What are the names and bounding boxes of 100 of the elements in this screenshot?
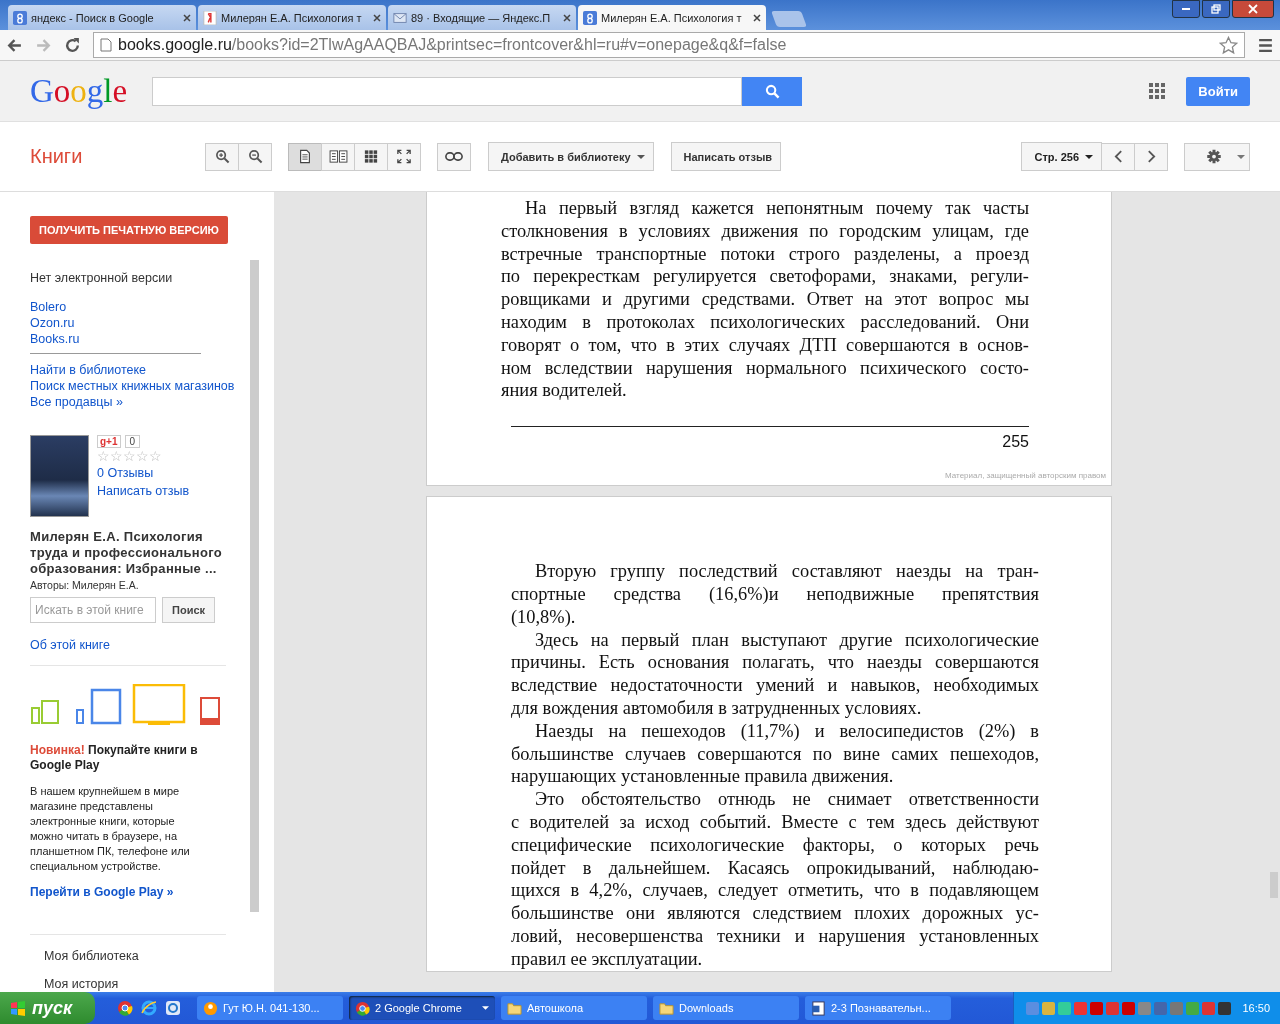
about-book-link[interactable]: Об этой книге: [30, 636, 111, 654]
store-link[interactable]: Найти в библиотеке: [30, 362, 147, 378]
page-selector[interactable]: Стр. 256: [1021, 142, 1102, 171]
reload-icon[interactable]: [64, 36, 81, 54]
add-to-library-button[interactable]: Добавить в библиотеку: [488, 142, 654, 171]
page-icon: [100, 38, 112, 52]
search-in-book-button[interactable]: Поиск: [162, 597, 215, 623]
paragraph: Это обстоятельство отнюдь не снимает ответственности с водителей за исход событий. Вместе с тем здесь действуют специфические психологические факторы, о которых речь пойдет в дальнейшем. Касаясь опрокидываний, наблюдаю- щихся в 4,2%, случаев, следует отметить, что в подавляющем большинстве они являются следствием плохих дорожных ус- ловий, несовершенства техники и нарушения установленных правил ее эксплуатации.: [511, 788, 1039, 971]
book-authors: Авторы: Милерян Е.А.: [30, 579, 140, 591]
taskbar-button[interactable]: Гут Ю.Н. 041-130...: [197, 996, 343, 1020]
settings-button[interactable]: [1184, 142, 1250, 171]
menu-item[interactable]: Моя история: [44, 977, 119, 991]
settings-icon: [1205, 149, 1223, 164]
envelope-icon: [393, 10, 407, 25]
minimize-button[interactable]: [1172, 0, 1200, 18]
copyright-notice: Материал, защищенный авторским правом: [945, 471, 1106, 481]
book-title: Милерян Е.А. Психология труда и профессионального образования: Избранные ...: [30, 529, 223, 577]
books-title[interactable]: Книги: [30, 145, 189, 168]
write-review-link[interactable]: Написать отзыв: [97, 482, 190, 500]
star-rating: ☆☆☆☆☆: [97, 448, 162, 464]
browser-tab[interactable]: Милерян Е.А. Психология т: [198, 5, 386, 30]
start-button[interactable]: пуск: [0, 992, 95, 1024]
close-icon[interactable]: [183, 13, 191, 22]
close-icon[interactable]: [753, 13, 761, 22]
link-icon: [445, 149, 463, 164]
link-button[interactable]: [437, 142, 471, 171]
google-play-link[interactable]: Перейти в Google Play »: [30, 885, 174, 899]
tray-icon[interactable]: [1218, 1001, 1232, 1015]
favicon-icon: [13, 10, 27, 25]
search-button[interactable]: [742, 76, 802, 106]
browser-tab[interactable]: 89 · Входящие — Яндекс.П: [388, 5, 576, 30]
zoom-in-icon: [214, 149, 230, 164]
folder-icon: [659, 1000, 674, 1016]
view-mode-button[interactable]: [321, 142, 355, 171]
folder-icon: [507, 1000, 522, 1016]
browser-tab[interactable]: Милерян Е.А. Психология т: [578, 5, 766, 30]
windows-flag-icon: [10, 1000, 26, 1016]
paragraph: На первый взгляд кажется непонятным почему так часты столкновения в условиях движения по городским улицам, где встречные транспортные потоки строго разделены, а проезд по перекресткам регулируется светофорами, знаками, регули- ровщиками и другими средствами. Ответ на этот вопрос мы находим в протоколах психологических расследований. Они говорят о том, что в этих случаях ДТП совершаются в основ- ном вследствии нарушения нормального психического состо- яния водителей.: [501, 197, 1029, 403]
write-review-button[interactable]: Написать отзыв: [670, 142, 782, 171]
search-in-book-field[interactable]: Искать в этой книге: [30, 597, 156, 623]
single-page-icon: [298, 149, 312, 164]
search-field[interactable]: [152, 76, 742, 106]
book-cover-image[interactable]: [30, 435, 89, 517]
get-print-version-button[interactable]: ПОЛУЧИТЬ ПЕЧАТНУЮ ВЕРСИЮ: [30, 216, 228, 244]
browser-icon[interactable]: [165, 1000, 181, 1016]
taskbar-button[interactable]: Автошкола: [501, 996, 647, 1020]
store-link[interactable]: Все продавцы »: [30, 394, 123, 410]
browser-tab[interactable]: яндекс - Поиск в Google: [8, 5, 196, 30]
close-icon[interactable]: [373, 13, 381, 22]
view-mode-button[interactable]: [387, 142, 421, 171]
seller-link[interactable]: Books.ru: [30, 331, 80, 347]
menu-item[interactable]: Моя библиотека: [44, 949, 139, 963]
next-page-button[interactable]: [1134, 142, 1168, 171]
url-text: books.google.ru/books?id=2TlwAgAAQBAJ&printsec=frontcover&hl=ru#v=onepage&q&f=false: [118, 36, 788, 54]
apps-grid-icon[interactable]: [1148, 82, 1167, 100]
favicon-icon: [203, 10, 217, 25]
zoom-in-button[interactable]: [205, 142, 239, 171]
caret-icon: [636, 154, 645, 159]
star-icon[interactable]: [1219, 35, 1238, 55]
tab-title: 89 · Входящие — Яндекс.П: [411, 11, 552, 24]
tab-title: яндекс - Поиск в Google: [31, 11, 155, 24]
fullscreen-icon: [397, 149, 411, 164]
taskbar-button[interactable]: 2-3 Познавательн...: [805, 996, 951, 1020]
restore-button[interactable]: [1202, 0, 1230, 18]
tray-icon[interactable]: [1122, 1001, 1136, 1015]
caret-icon: [482, 1006, 489, 1010]
sign-in-button[interactable]: Войти: [1186, 76, 1250, 106]
new-tab-button[interactable]: [771, 11, 807, 27]
close-button[interactable]: [1232, 0, 1274, 18]
view-mode-button[interactable]: [288, 142, 322, 171]
seller-link[interactable]: Ozon.ru: [30, 315, 75, 331]
caret-icon: [1237, 154, 1245, 159]
person-circle-icon: [203, 1000, 218, 1016]
scrollbar[interactable]: [1270, 872, 1278, 898]
paragraph: Вторую группу последствий составляют наезды на тран- спортные средства (16,6%)и неподвижные препятствия (10,8%).: [511, 560, 1039, 629]
view-mode-button[interactable]: [354, 142, 388, 171]
google-logo[interactable]: Google: [30, 72, 152, 110]
plus-one-button[interactable]: g+1: [97, 435, 121, 448]
taskbar-button[interactable]: Downloads: [653, 996, 799, 1020]
restore-icon: [1211, 4, 1221, 14]
scrollbar[interactable]: [250, 260, 259, 912]
promo-headline: Новинка! Покупайте книги в Google Play: [30, 743, 199, 773]
no-ebook-label: Нет электронной версии: [30, 271, 174, 285]
document-icon: [811, 1000, 826, 1016]
address-field[interactable]: books.google.ru/books?id=2TlwAgAAQBAJ&printsec=frontcover&hl=ru#v=onepage&q&f=false: [93, 32, 1245, 58]
store-link[interactable]: Поиск местных книжных магазинов: [30, 378, 235, 394]
browser-e-icon[interactable]: [141, 1000, 157, 1016]
reviews-link[interactable]: 0 Отзывы: [97, 464, 154, 482]
seller-link[interactable]: Bolero: [30, 299, 67, 315]
search-icon: [764, 83, 780, 99]
tray-icon[interactable]: [1090, 1001, 1104, 1015]
previous-page-button[interactable]: [1101, 142, 1135, 171]
clock: 16:50: [1242, 1002, 1270, 1014]
close-icon[interactable]: [563, 13, 571, 22]
chrome-icon: [355, 1000, 370, 1016]
menu-icon[interactable]: [1257, 36, 1274, 54]
chrome-icon[interactable]: [117, 1000, 133, 1016]
zoom-out-button[interactable]: [238, 142, 272, 171]
chevron-right-icon: [1146, 149, 1156, 164]
taskbar-button[interactable]: 2 Google Chrome: [349, 996, 495, 1020]
